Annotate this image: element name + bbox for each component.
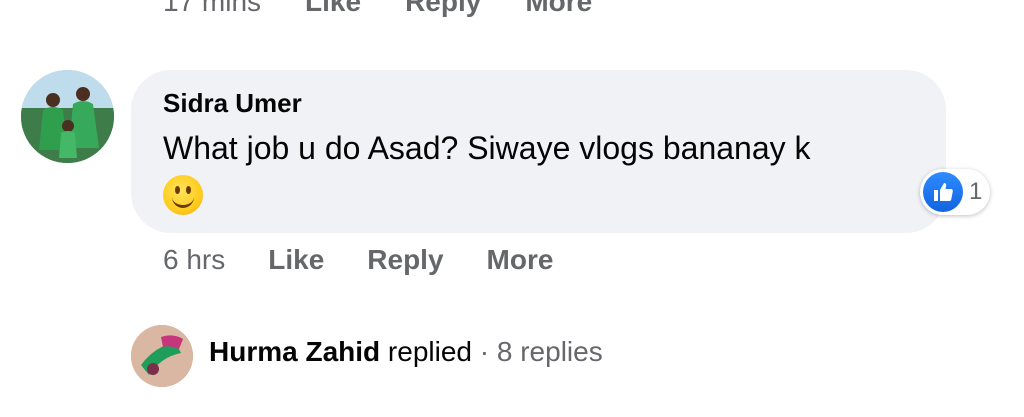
previous-comment-timestamp[interactable]: 17 mins (163, 0, 261, 18)
comment-bubble[interactable]: Sidra Umer What job u do Asad? Siwaye vl… (131, 70, 946, 233)
reply-author-avatar[interactable] (131, 325, 193, 387)
comment-author[interactable]: Sidra Umer (163, 84, 914, 122)
view-replies-link[interactable]: Hurma Zahid replied · 8 replies (209, 336, 603, 368)
like-button[interactable]: Like (268, 244, 324, 276)
like-reaction-icon (923, 172, 963, 212)
previous-comment-actions: 17 mins Like Reply More (163, 0, 592, 18)
smiling-face-emoji-icon (163, 174, 203, 215)
comment-timestamp[interactable]: 6 hrs (163, 244, 225, 276)
replied-label: replied (387, 336, 472, 367)
replies-count[interactable]: 8 replies (497, 336, 603, 367)
comment-text: What job u do Asad? Siwaye vlogs bananay… (163, 126, 914, 215)
reaction-count: 1 (969, 178, 983, 205)
comment-body: What job u do Asad? Siwaye vlogs bananay… (163, 130, 811, 166)
reply-button[interactable]: Reply (367, 244, 443, 276)
previous-more-button[interactable]: More (525, 0, 592, 18)
separator-dot: · (479, 336, 490, 367)
previous-like-button[interactable]: Like (305, 0, 361, 18)
more-button[interactable]: More (487, 244, 554, 276)
comment-actions: 6 hrs Like Reply More (163, 244, 553, 276)
reaction-summary[interactable]: 1 (920, 169, 991, 215)
reply-author-name[interactable]: Hurma Zahid (209, 336, 380, 367)
previous-reply-button[interactable]: Reply (405, 0, 481, 18)
avatar[interactable] (21, 70, 114, 163)
